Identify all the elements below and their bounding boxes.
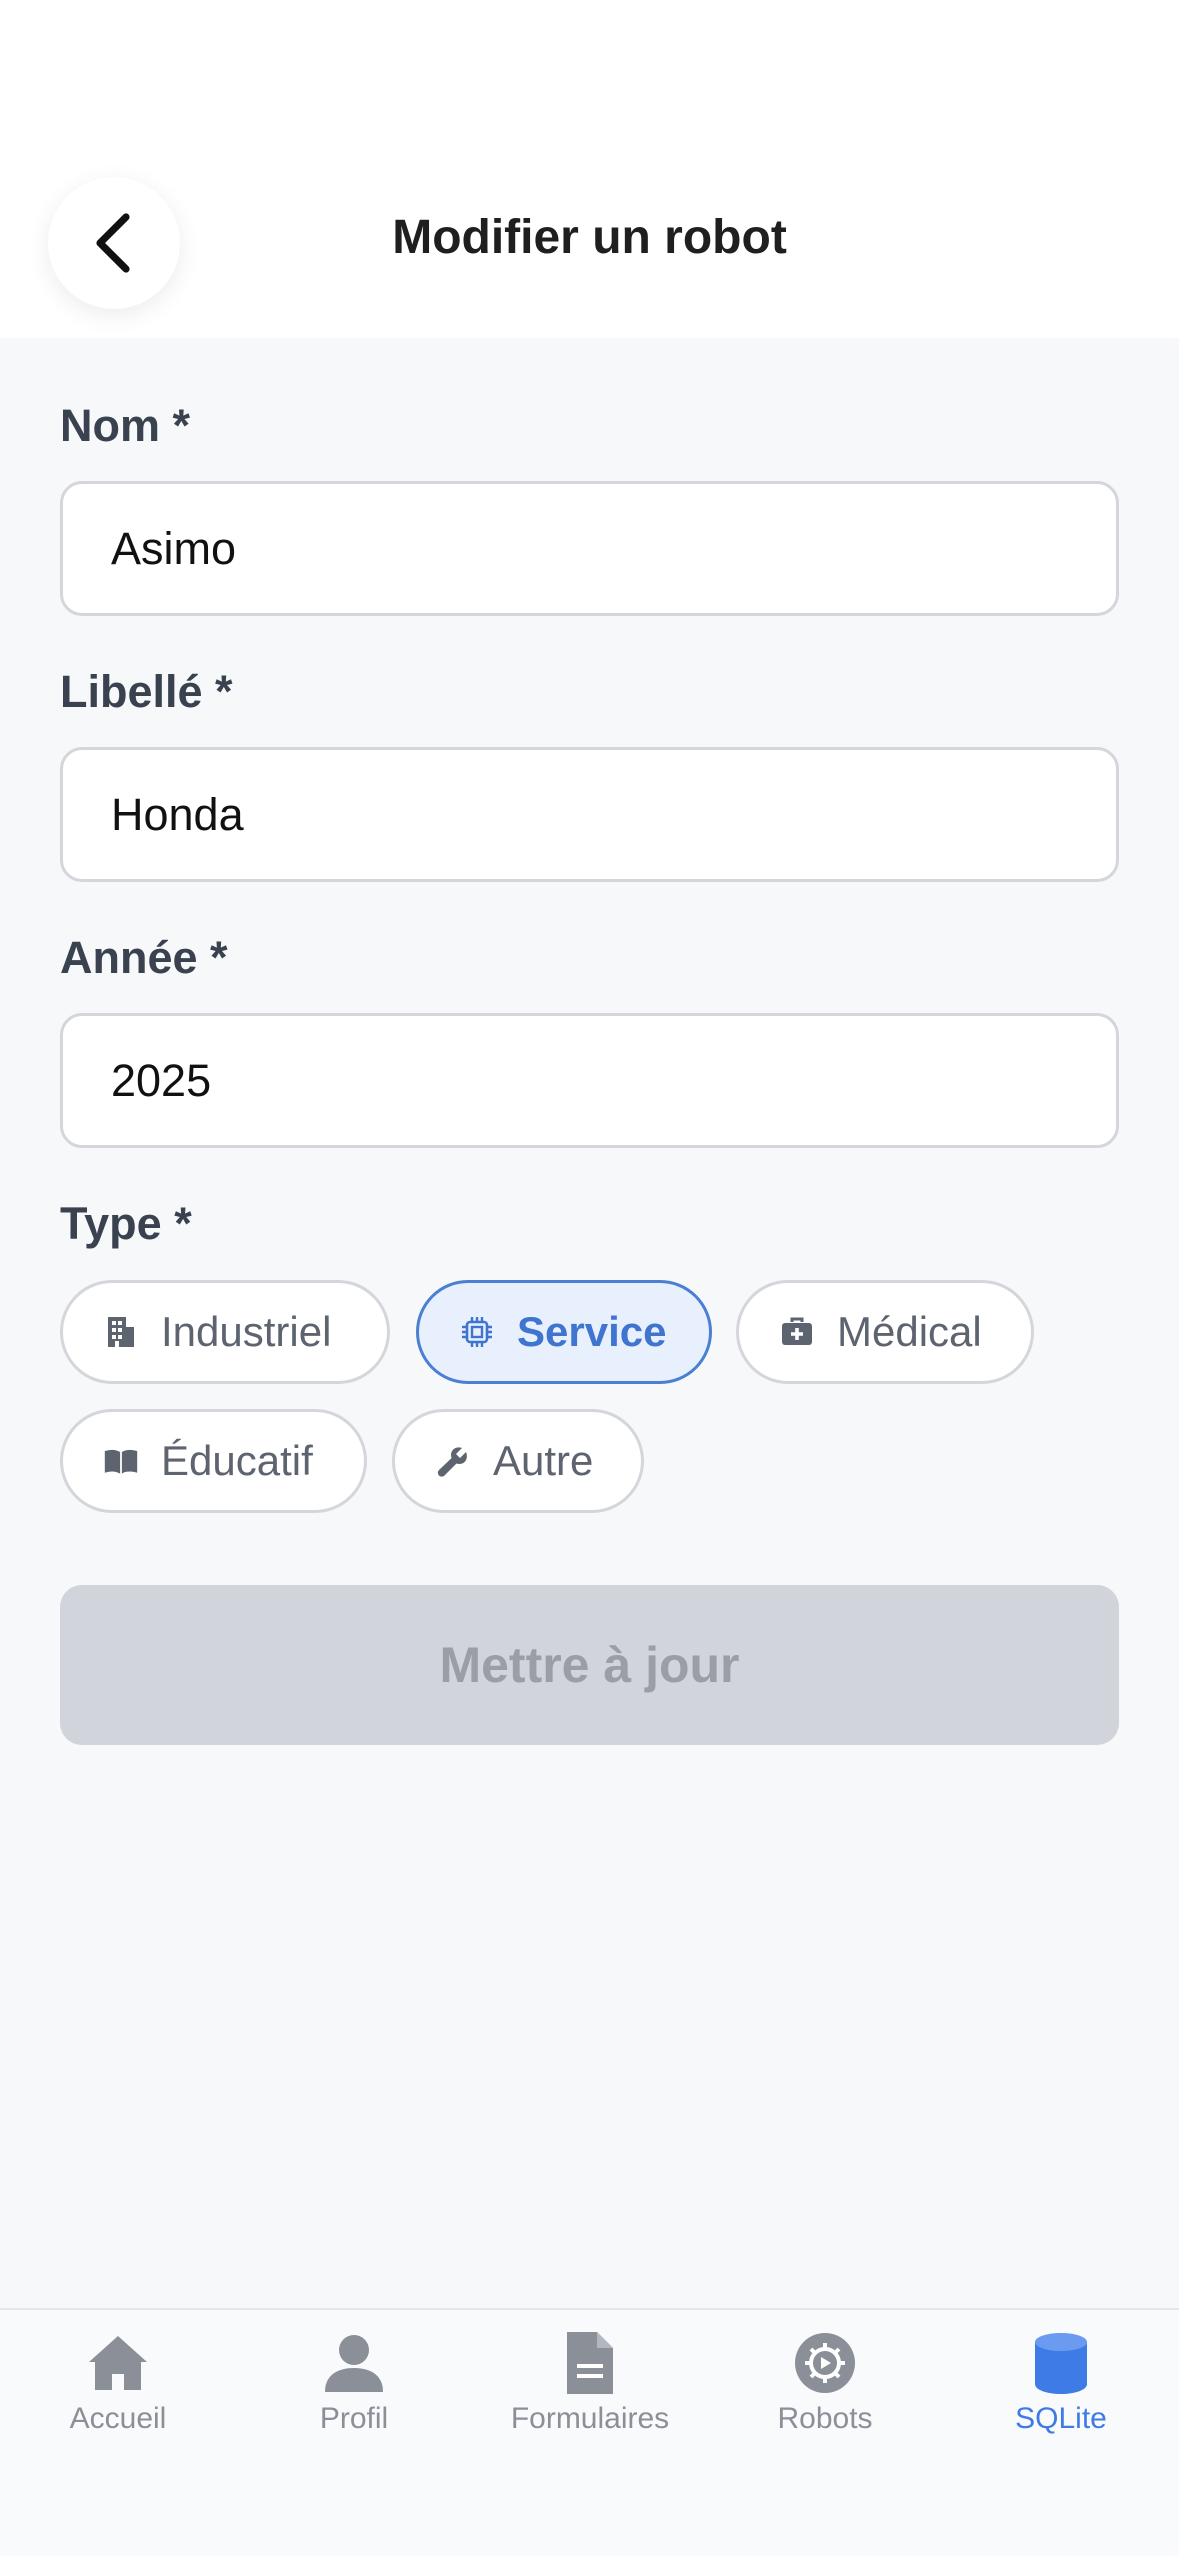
chip-label: Autre [493,1437,594,1484]
chip-label: Industriel [161,1308,332,1355]
document-icon [567,2332,613,2394]
bottom-tab-bar: Accueil Profil Formulaires Robots SQLite [0,2308,1179,2556]
year-label: Année * [60,932,228,983]
libelle-input[interactable] [60,747,1119,882]
tab-label: Robots [777,2402,873,2435]
update-button[interactable]: Mettre à jour [60,1585,1119,1745]
medkit-icon [779,1314,815,1350]
type-chip-autre[interactable]: Autre [392,1409,644,1513]
tab-label: Accueil [69,2402,167,2435]
type-label: Type * [60,1198,192,1249]
chip-label: Médical [837,1308,982,1355]
page-title: Modifier un robot [392,211,787,264]
tab-label: Profil [319,2402,389,2435]
book-icon [103,1443,139,1479]
type-chip-educatif[interactable]: Éducatif [60,1409,367,1513]
gear-circle-icon [795,2333,855,2393]
tab-label: Formulaires [510,2402,670,2435]
wrench-icon [435,1443,471,1479]
type-chip-medical[interactable]: Médical [736,1280,1034,1384]
tab-sqlite[interactable]: SQLite [943,2330,1179,2470]
year-input[interactable] [60,1013,1119,1148]
chip-label: Éducatif [161,1437,313,1484]
tab-accueil[interactable]: Accueil [0,2330,236,2470]
building-icon [103,1314,139,1350]
tab-label: SQLite [1015,2402,1107,2435]
tab-robots[interactable]: Robots [707,2330,943,2470]
database-icon [1035,2333,1087,2394]
chip-label: Service [517,1308,667,1355]
header: Modifier un robot [0,0,1179,338]
tab-formulaires[interactable]: Formulaires [472,2330,708,2470]
type-chip-service[interactable]: Service [416,1280,712,1384]
tab-profil[interactable]: Profil [236,2330,472,2470]
libelle-label: Libellé * [60,666,233,717]
type-chip-industriel[interactable]: Industriel [60,1280,390,1384]
home-icon [89,2336,147,2390]
chip-icon [459,1314,495,1350]
person-icon [325,2335,383,2392]
name-input[interactable] [60,481,1119,616]
name-label: Nom * [60,400,191,451]
